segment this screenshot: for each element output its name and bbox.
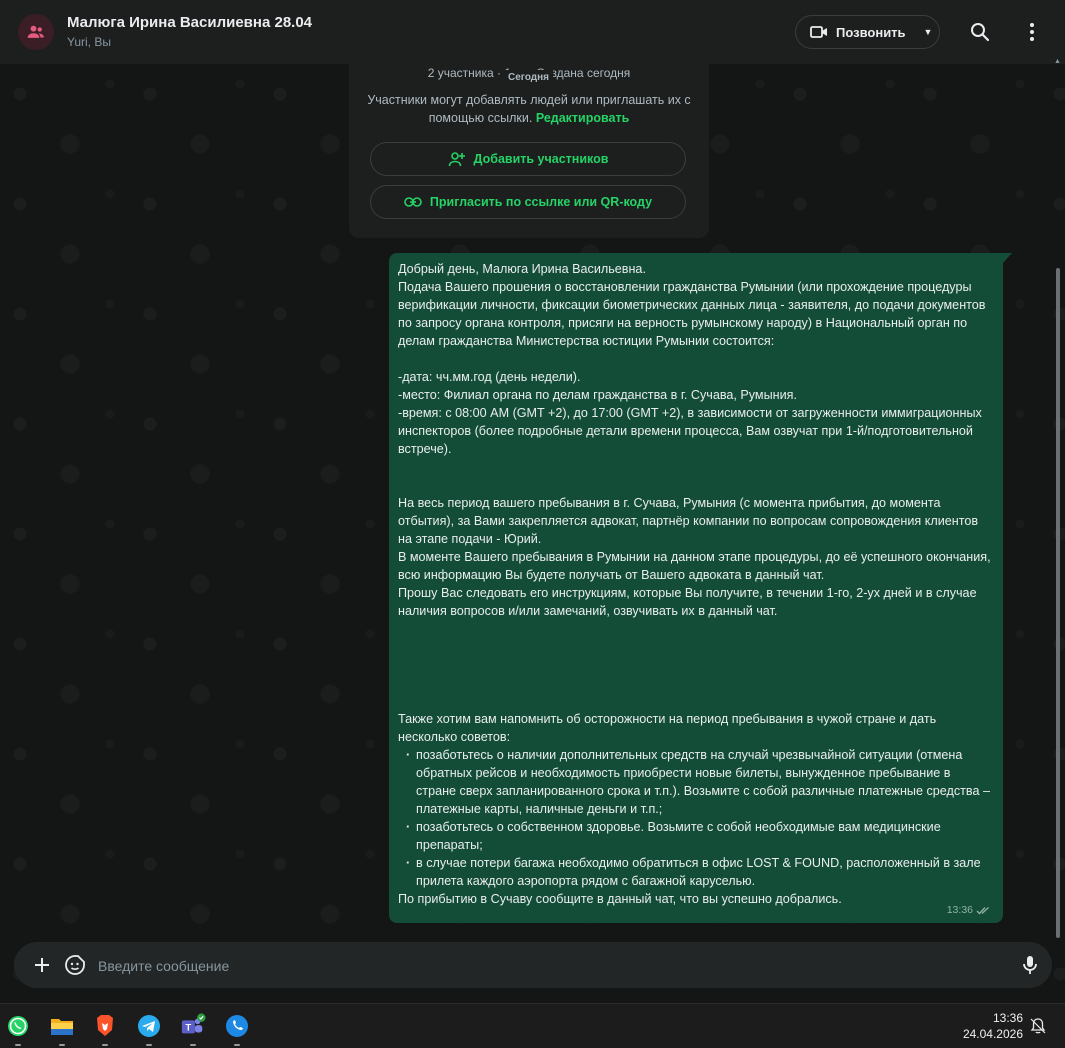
- message-composer: [14, 942, 1052, 988]
- more-vertical-icon: [1030, 23, 1034, 41]
- emoji-button[interactable]: [63, 953, 87, 977]
- clock-time: 13:36: [992, 1011, 1023, 1025]
- message-paragraph: В моменте Вашего пребывания в Румынии на…: [398, 550, 991, 582]
- group-icon: [27, 25, 44, 38]
- message-paragraph: Прошу Вас следовать его инструкциям, кот…: [398, 586, 977, 618]
- phone-icon: [226, 1015, 248, 1037]
- voice-message-button[interactable]: [1018, 953, 1042, 977]
- message-place-line: -место: Филиал органа по делам гражданст…: [398, 388, 797, 402]
- message-paragraph: На весь период вашего пребывания в г. Су…: [398, 496, 979, 546]
- group-info-text: Участники могут добавлять людей или приг…: [367, 91, 691, 127]
- chat-title[interactable]: Малюга Ирина Василиевна 28.04: [67, 14, 312, 31]
- running-indicator: [146, 1044, 152, 1046]
- advice-item: в случае потери багажа необходимо обрати…: [406, 854, 993, 890]
- scrollbar-thumb[interactable]: [1056, 268, 1060, 938]
- svg-text:T: T: [186, 1023, 192, 1033]
- message-paragraph: Также хотим вам напомнить об осторожност…: [398, 712, 937, 744]
- message-input[interactable]: [96, 950, 1000, 982]
- chevron-down-icon: ▼: [923, 27, 933, 37]
- scroll-up-arrow[interactable]: ▲: [1054, 58, 1061, 65]
- video-camera-icon: [810, 26, 827, 38]
- group-avatar[interactable]: [18, 14, 54, 50]
- outgoing-message[interactable]: Добрый день, Малюга Ирина Васильевна. По…: [389, 253, 1003, 923]
- date-separator: Сегодня: [504, 70, 554, 85]
- attach-button[interactable]: [30, 953, 54, 977]
- message-time: 13:36: [946, 904, 973, 916]
- running-indicator: [15, 1044, 21, 1046]
- advice-item: позаботьтесь о собственном здоровье. Воз…: [406, 818, 993, 854]
- system-clock[interactable]: 13:36 24.04.2026: [963, 1010, 1023, 1042]
- link-icon: [404, 197, 422, 207]
- running-indicator: [190, 1044, 196, 1046]
- invite-link-label: Пригласить по ссылке или QR-коду: [429, 195, 653, 209]
- add-participants-label: Добавить участников: [473, 152, 609, 166]
- search-button[interactable]: [968, 20, 992, 44]
- advice-item: позаботьтесь о наличии дополнительных ср…: [406, 746, 993, 818]
- chat-participants: Yuri, Вы: [67, 35, 111, 49]
- group-info-description: Участники могут добавлять людей или приг…: [367, 93, 691, 125]
- advice-list: позаботьтесь о наличии дополнительных ср…: [398, 746, 993, 890]
- message-paragraph: Подача Вашего прошения о восстановлении …: [398, 280, 986, 348]
- windows-taskbar: T 13:36 24.04.2026: [0, 1003, 1065, 1048]
- taskbar-telegram[interactable]: [136, 1013, 162, 1039]
- message-meta: 13:36: [947, 901, 991, 919]
- bubble-tail: [1003, 253, 1012, 263]
- message-greeting: Добрый день, Малюга Ирина Васильевна.: [398, 262, 646, 276]
- taskbar-brave[interactable]: [92, 1013, 118, 1039]
- file-explorer-icon: [51, 1019, 73, 1035]
- chat-header: Малюга Ирина Василиевна 28.04 Yuri, Вы П…: [0, 0, 1065, 64]
- taskbar-whatsapp[interactable]: [5, 1013, 31, 1039]
- whatsapp-icon: [8, 1016, 28, 1036]
- telegram-icon: [138, 1015, 160, 1037]
- edit-link[interactable]: Редактировать: [536, 111, 629, 125]
- add-participants-button[interactable]: Добавить участников: [370, 142, 686, 176]
- sticker-icon: [65, 955, 85, 975]
- clock-date: 24.04.2026: [962, 1027, 1023, 1041]
- menu-button[interactable]: [1020, 20, 1044, 44]
- taskbar-phone-app[interactable]: [224, 1013, 250, 1039]
- running-indicator: [234, 1044, 240, 1046]
- invite-link-button[interactable]: Пригласить по ссылке или QR-коду: [370, 185, 686, 219]
- taskbar-file-explorer[interactable]: [49, 1013, 75, 1039]
- brave-icon: [97, 1015, 113, 1036]
- running-indicator: [59, 1044, 65, 1046]
- notification-bell-icon: [1030, 1018, 1046, 1034]
- microphone-icon: [1023, 956, 1037, 974]
- running-indicator: [102, 1044, 108, 1046]
- double-check-icon: [976, 906, 989, 914]
- taskbar-teams[interactable]: T: [180, 1013, 206, 1039]
- message-date-line: -дата: чч.мм.год (день недели).: [398, 370, 581, 384]
- message-time-line: -время: с 08:00 AM (GMT +2), до 17:00 (G…: [398, 406, 982, 456]
- whatsapp-window: Малюга Ирина Василиевна 28.04 Yuri, Вы П…: [0, 0, 1065, 1003]
- call-button[interactable]: Позвонить ▼: [795, 15, 940, 49]
- notifications-button[interactable]: [1029, 1017, 1047, 1035]
- plus-icon: [35, 958, 49, 972]
- call-button-label: Позвонить: [836, 24, 906, 40]
- teams-icon: T: [181, 1013, 206, 1034]
- message-paragraph: По прибытию в Сучаву сообщите в данный ч…: [398, 892, 842, 906]
- search-icon: [971, 23, 990, 42]
- add-person-icon: [448, 152, 465, 167]
